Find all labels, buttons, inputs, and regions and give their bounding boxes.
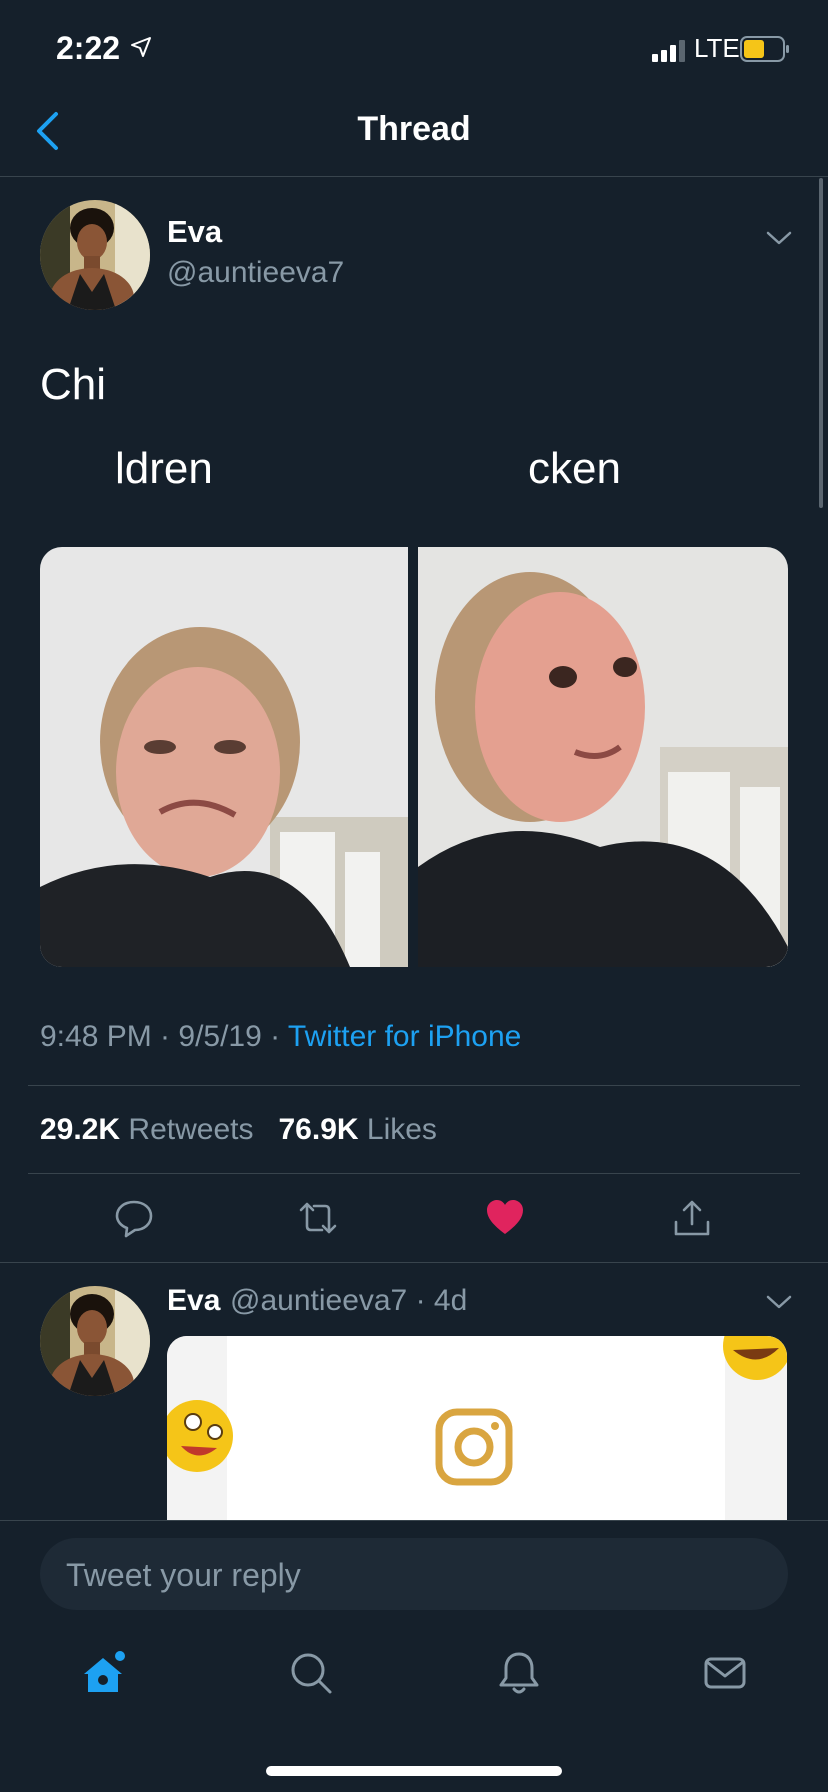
divider — [0, 1262, 828, 1263]
media-photo-right — [418, 547, 788, 967]
tweet-timestamp: 9:48 PM · 9/5/19 · — [40, 1020, 288, 1053]
tweet-source-link[interactable]: Twitter for iPhone — [288, 1020, 521, 1053]
likes-label: Likes — [366, 1113, 437, 1146]
author-name[interactable]: Eva — [167, 214, 222, 250]
page-title: Thread — [357, 110, 471, 148]
retweets-label: Retweets — [128, 1113, 254, 1146]
divider — [28, 1173, 800, 1174]
tweet-text-line: Chi — [40, 360, 107, 409]
likes-stat[interactable]: 76.9K Likes — [278, 1113, 436, 1146]
retweet-icon[interactable] — [298, 1198, 338, 1238]
tweet-text-left: ldren — [115, 444, 213, 493]
cellular-signal-icon — [652, 40, 685, 62]
divider — [0, 1520, 828, 1521]
tweet-meta: 9:48 PM · 9/5/19 · Twitter for iPhone — [40, 1020, 521, 1054]
reply-author-handle[interactable]: @auntieeva7 — [230, 1284, 407, 1317]
retweets-count: 29.2K — [40, 1113, 121, 1146]
avatar[interactable] — [40, 1286, 150, 1396]
network-type: LTE — [694, 33, 740, 63]
nav-divider — [0, 176, 828, 177]
tweet-stats: 29.2K Retweets 76.9K Likes — [40, 1113, 437, 1147]
home-icon[interactable] — [80, 1650, 126, 1696]
scrollbar[interactable] — [819, 178, 823, 508]
home-indicator[interactable] — [266, 1766, 562, 1776]
author-handle[interactable]: @auntieeva7 — [167, 256, 344, 290]
location-arrow-icon — [131, 37, 151, 57]
avatar[interactable] — [40, 200, 150, 310]
chevron-down-icon[interactable] — [766, 230, 792, 246]
reply-meta: @auntieeva7 · 4d — [230, 1284, 467, 1318]
divider — [28, 1085, 800, 1086]
reply-icon[interactable] — [114, 1198, 154, 1238]
likes-count: 76.9K — [278, 1113, 359, 1146]
reply-author-name[interactable]: Eva — [167, 1284, 220, 1318]
like-icon[interactable] — [485, 1198, 525, 1238]
retweets-stat[interactable]: 29.2K Retweets — [40, 1113, 253, 1146]
tweet-text-right: cken — [528, 444, 621, 493]
messages-icon[interactable] — [702, 1650, 748, 1696]
notifications-icon[interactable] — [496, 1650, 542, 1696]
status-time: 2:22 — [56, 30, 121, 66]
media-photo-left — [40, 547, 408, 967]
battery-icon — [740, 36, 789, 62]
chevron-down-icon[interactable] — [766, 1294, 792, 1310]
tweet-media[interactable] — [40, 547, 788, 967]
share-icon[interactable] — [672, 1198, 712, 1238]
reply-placeholder: Tweet your reply — [66, 1557, 301, 1593]
search-icon[interactable] — [288, 1650, 334, 1696]
reply-media-card[interactable] — [167, 1336, 787, 1520]
reply-age: · 4d — [415, 1284, 468, 1317]
